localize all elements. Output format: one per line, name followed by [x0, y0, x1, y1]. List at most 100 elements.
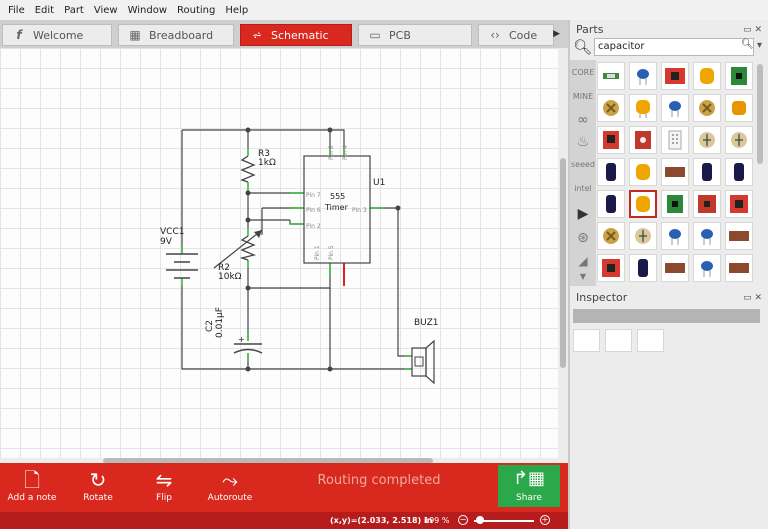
tab-breadboard[interactable]: ▦ Breadboard [118, 24, 234, 46]
part-tile[interactable] [725, 158, 753, 186]
part-tile[interactable] [725, 222, 753, 250]
part-tile[interactable] [629, 94, 657, 122]
part-tile-selected[interactable] [629, 190, 657, 218]
tab-welcome[interactable]: f Welcome [2, 24, 112, 46]
part-tile[interactable] [597, 62, 625, 90]
autoroute-label: Autoroute [207, 493, 253, 503]
part-tile[interactable] [725, 62, 753, 90]
buz1-buzzer [411, 339, 435, 385]
inspector-panel-header: Inspector ▭ ✕ [570, 289, 768, 307]
zoom-out-button[interactable]: − [458, 515, 468, 525]
part-tile[interactable] [725, 94, 753, 122]
schematic-drawing: R3 1kΩ R2 10kΩ VCC1 9V C2 0.01µF + U1 55… [160, 127, 439, 385]
analog-bin-icon[interactable]: ◢ [570, 254, 596, 268]
part-tile[interactable] [693, 254, 721, 282]
part-tile[interactable] [629, 222, 657, 250]
part-tile[interactable] [661, 190, 689, 218]
part-tile[interactable] [597, 254, 625, 282]
inspector-panel-controls[interactable]: ▭ ✕ [743, 289, 762, 307]
status-bar: (x,y)=(2.033, 2.518) in 199 % − + [0, 512, 568, 529]
zoom-value: 199 [424, 516, 440, 525]
tab-pcb[interactable]: ▭ PCB [358, 24, 472, 46]
part-tile[interactable] [597, 126, 625, 154]
part-tile[interactable] [661, 222, 689, 250]
rotate-button[interactable]: ↻ Rotate [66, 467, 130, 503]
share-button[interactable]: ↱▦ Share [498, 465, 560, 507]
part-tile[interactable] [725, 126, 753, 154]
seeed-bin-icon[interactable]: seeed [570, 160, 596, 169]
tab-pcb-label: PCB [389, 28, 411, 42]
bin-scroll-down-icon[interactable]: ▼ [570, 272, 596, 281]
part-tile[interactable] [661, 254, 689, 282]
menu-part[interactable]: Part [64, 5, 84, 16]
u1-part-label: 555 [330, 192, 345, 201]
tab-schematic[interactable]: ⩫ Schematic [240, 24, 352, 46]
part-tile[interactable] [693, 94, 721, 122]
r2-value-label: 10kΩ [218, 272, 242, 282]
part-tile[interactable] [661, 94, 689, 122]
part-tile[interactable] [597, 94, 625, 122]
parts-search-input[interactable]: capacitor [594, 38, 754, 56]
pin2-label: Pin 2 [306, 223, 321, 230]
schematic-canvas[interactable]: R3 1kΩ R2 10kΩ VCC1 9V C2 0.01µF + U1 55… [0, 48, 558, 458]
sparkfun-bin-icon[interactable]: ♨ [570, 134, 596, 150]
flip-icon: ⇋ [155, 468, 173, 492]
bottom-toolbar: 🗋 Add a note ↻ Rotate ⇋ Flip ⤳ Autoroute… [0, 463, 568, 512]
zoom-slider-knob[interactable] [476, 516, 484, 524]
part-tile[interactable] [629, 126, 657, 154]
flip-button[interactable]: ⇋ Flip [132, 467, 196, 503]
autoroute-button[interactable]: ⤳ Autoroute [198, 467, 262, 503]
parts-scroll-thumb[interactable] [757, 64, 763, 164]
part-tile[interactable] [629, 62, 657, 90]
part-tile[interactable] [597, 222, 625, 250]
part-tile[interactable] [597, 190, 625, 218]
menu-help[interactable]: Help [225, 5, 248, 16]
rotate-icon: ↻ [89, 468, 107, 492]
tab-code[interactable]: ‹› Code [478, 24, 554, 46]
search-options-icon[interactable]: ▾ [757, 40, 762, 51]
canvas-vertical-scrollbar[interactable] [558, 48, 568, 458]
inspector-image-pcb [637, 329, 664, 352]
inspector-image-breadboard [573, 329, 600, 352]
part-tile[interactable] [661, 62, 689, 90]
part-tile[interactable] [597, 158, 625, 186]
part-tile[interactable] [693, 62, 721, 90]
fritzing-f-icon: f [16, 28, 22, 42]
parts-panel-header: Parts ▭ ✕ [570, 21, 768, 39]
vcc-value-label: 9V [160, 237, 173, 247]
search-results-bin-icon[interactable]: ▶ [570, 206, 596, 222]
part-tile[interactable] [693, 222, 721, 250]
buz-ref-label: BUZ1 [414, 318, 439, 328]
menu-edit[interactable]: Edit [35, 5, 54, 16]
search-submit-icon[interactable]: 🔍︎ [741, 39, 754, 50]
contrib-bin-icon[interactable]: ⊛ [570, 230, 596, 246]
vertical-scroll-thumb[interactable] [560, 158, 566, 368]
menu-file[interactable]: File [8, 5, 25, 16]
arduino-bin-icon[interactable]: ∞ [570, 112, 596, 128]
zoom-in-button[interactable]: + [540, 515, 550, 525]
search-icon[interactable]: 🔍︎ [573, 38, 592, 56]
parts-panel-controls[interactable]: ▭ ✕ [743, 21, 762, 39]
intel-bin-icon[interactable]: intel [570, 184, 596, 193]
part-tile[interactable] [629, 158, 657, 186]
schematic-icon: ⩫ [251, 28, 263, 42]
parts-scrollbar[interactable] [756, 62, 764, 282]
flip-label: Flip [156, 493, 172, 503]
part-tile[interactable] [693, 126, 721, 154]
part-tile[interactable] [661, 158, 689, 186]
part-tile[interactable] [693, 190, 721, 218]
menu-view[interactable]: View [94, 5, 118, 16]
zoom-level: 199 % [424, 516, 449, 525]
c2-plus-label: + [238, 335, 245, 344]
bin-core[interactable]: CORE [570, 68, 596, 77]
part-tile[interactable] [661, 126, 689, 154]
menu-window[interactable]: Window [128, 5, 167, 16]
add-note-button[interactable]: 🗋 Add a note [0, 467, 64, 503]
menu-routing[interactable]: Routing [177, 5, 215, 16]
part-tile[interactable] [629, 254, 657, 282]
tab-scroll-right-icon[interactable]: ▶ [553, 29, 560, 39]
part-tile[interactable] [725, 190, 753, 218]
part-tile[interactable] [725, 254, 753, 282]
part-tile[interactable] [693, 158, 721, 186]
bin-mine[interactable]: MINE [570, 92, 596, 101]
